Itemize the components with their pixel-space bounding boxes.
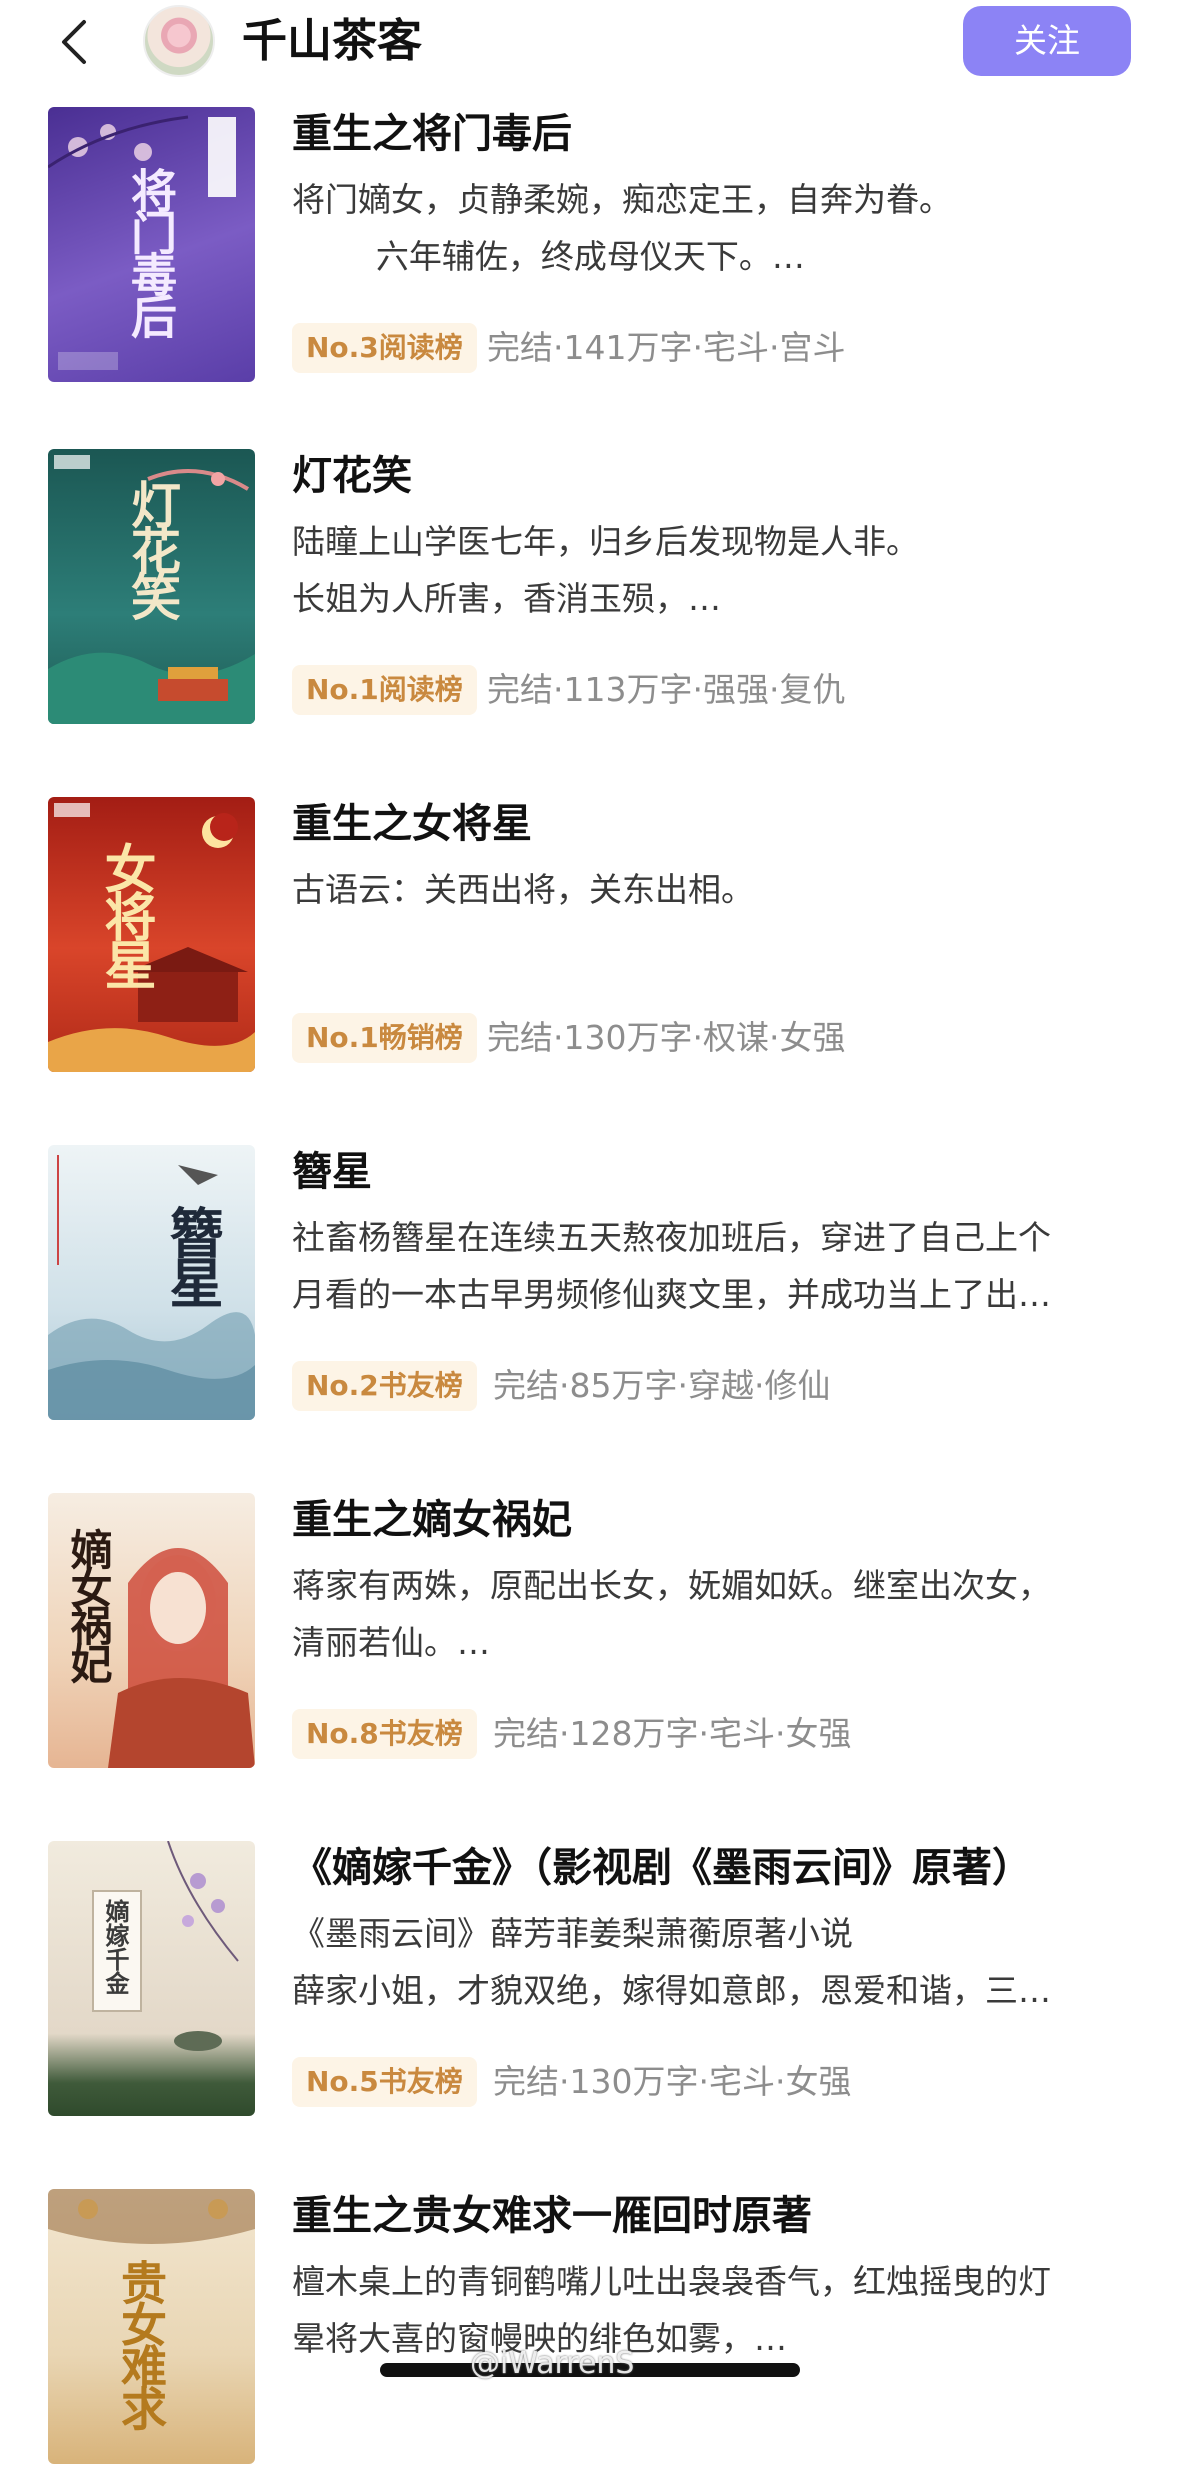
book-item[interactable]: 女将星 重生之女将星 古语云：关西出将，关东出相。 No.1畅销榜 完结·130… bbox=[0, 797, 1179, 1077]
description-line: 陆瞳上山学医七年，归乡后发现物是人非。 bbox=[292, 522, 919, 561]
description-line: 长姐为人所害，香消玉殒，… bbox=[292, 579, 721, 618]
page-title: 千山茶客 bbox=[242, 14, 423, 67]
book-meta: 完结·128万字·宅斗·女强 bbox=[493, 1714, 852, 1753]
book-item[interactable]: 嫡嫁千金 《嫡嫁千金》（影视剧《墨雨云间》原著） 《墨雨云间》薛芳菲姜梨萧蘅原著… bbox=[0, 1841, 1179, 2121]
book-description: 檀木桌上的青铜鹤嘴儿吐出袅袅香气，红烛摇曳的灯 晕将大喜的窗幔映的绯色如雾，… bbox=[292, 2253, 1132, 2367]
cover-title: 灯花笑 bbox=[123, 479, 182, 617]
back-button[interactable] bbox=[50, 14, 100, 70]
cover-title: 嫡嫁千金 bbox=[101, 1899, 130, 1995]
book-title[interactable]: 重生之贵女难求一雁回时原著 bbox=[292, 2189, 812, 2243]
book-description: 蒋家有两姝，原配出长女，妩媚如妖。继室出次女， 清丽若仙。… bbox=[292, 1557, 1132, 1671]
book-title[interactable]: 《嫡嫁千金》（影视剧《墨雨云间》原著） bbox=[292, 1841, 1032, 1895]
description-line bbox=[292, 918, 1132, 975]
book-meta: 完结·130万字·宅斗·女强 bbox=[493, 2062, 852, 2101]
cover-title: 簪星 bbox=[160, 1205, 224, 1305]
cover-title: 嫡女祸妃 bbox=[64, 1528, 113, 1680]
book-meta: 完结·141万字·宅斗·宫斗 bbox=[487, 328, 846, 367]
chevron-left-icon bbox=[62, 20, 86, 64]
book-cover[interactable]: 灯花笑 bbox=[48, 449, 255, 724]
description-line: 社畜杨簪星在连续五天熬夜加班后，穿进了自己上个 bbox=[292, 1218, 1051, 1257]
rank-badge: No.8书友榜 bbox=[292, 1709, 477, 1759]
book-description: 古语云：关西出将，关东出相。 bbox=[292, 861, 1132, 975]
description-line: 《墨雨云间》薛芳菲姜梨萧蘅原著小说 bbox=[292, 1914, 853, 1953]
book-title[interactable]: 重生之将门毒后 bbox=[292, 107, 572, 161]
book-cover[interactable]: 女将星 bbox=[48, 797, 255, 1072]
top-bar: 千山茶客 关注 bbox=[0, 0, 1179, 92]
rank-badge: No.1阅读榜 bbox=[292, 665, 477, 715]
description-line: 六年辅佐，终成母仪天下。… bbox=[292, 237, 805, 276]
description-line: 檀木桌上的青铜鹤嘴儿吐出袅袅香气，红烛摇曳的灯 bbox=[292, 2262, 1051, 2301]
description-line: 晕将大喜的窗幔映的绯色如雾，… bbox=[292, 2319, 787, 2358]
rank-badge: No.5书友榜 bbox=[292, 2057, 477, 2107]
book-description: 社畜杨簪星在连续五天熬夜加班后，穿进了自己上个 月看的一本古早男频修仙爽文里，并… bbox=[292, 1209, 1132, 1323]
rank-badge: No.2书友榜 bbox=[292, 1361, 477, 1411]
book-cover[interactable]: 簪星 bbox=[48, 1145, 255, 1420]
book-item[interactable]: 嫡女祸妃 重生之嫡女祸妃 蒋家有两姝，原配出长女，妩媚如妖。继室出次女， 清丽若… bbox=[0, 1493, 1179, 1773]
watermark: @iWarrenS bbox=[470, 2346, 635, 2381]
book-item[interactable]: 将门毒后 重生之将门毒后 将门嫡女，贞静柔婉，痴恋定王，自奔为眷。 六年辅佐，终… bbox=[0, 107, 1179, 387]
book-meta: 完结·130万字·权谋·女强 bbox=[487, 1018, 846, 1057]
description-line: 蒋家有两姝，原配出长女，妩媚如妖。继室出次女， bbox=[292, 1566, 1051, 1605]
book-item[interactable]: 贵女难求 重生之贵女难求一雁回时原著 檀木桌上的青铜鹤嘴儿吐出袅袅香气，红烛摇曳… bbox=[0, 2189, 1179, 2469]
book-title[interactable]: 灯花笑 bbox=[292, 449, 412, 503]
description-line: 将门嫡女，贞静柔婉，痴恋定王，自奔为眷。 bbox=[292, 180, 952, 219]
avatar[interactable] bbox=[143, 5, 215, 77]
book-title[interactable]: 重生之女将星 bbox=[292, 797, 532, 851]
book-meta: 完结·113万字·强强·复仇 bbox=[487, 670, 846, 709]
description-line: 清丽若仙。… bbox=[292, 1623, 490, 1662]
cover-title: 将门毒后 bbox=[124, 167, 178, 335]
book-meta: 完结·85万字·穿越·修仙 bbox=[493, 1366, 831, 1405]
book-title[interactable]: 重生之嫡女祸妃 bbox=[292, 1493, 572, 1547]
description-line: 薛家小姐，才貌双绝，嫁得如意郎，恩爱和谐，三… bbox=[292, 1971, 1051, 2010]
book-cover[interactable]: 将门毒后 bbox=[48, 107, 255, 382]
book-description: 《墨雨云间》薛芳菲姜梨萧蘅原著小说 薛家小姐，才貌双绝，嫁得如意郎，恩爱和谐，三… bbox=[292, 1905, 1132, 2019]
book-description: 陆瞳上山学医七年，归乡后发现物是人非。 长姐为人所害，香消玉殒，… bbox=[292, 513, 1132, 627]
cover-title: 女将星 bbox=[95, 842, 156, 986]
book-cover[interactable]: 嫡嫁千金 bbox=[48, 1841, 255, 2116]
book-cover[interactable]: 贵女难求 bbox=[48, 2189, 255, 2464]
book-cover[interactable]: 嫡女祸妃 bbox=[48, 1493, 255, 1768]
book-item[interactable]: 灯花笑 灯花笑 陆瞳上山学医七年，归乡后发现物是人非。 长姐为人所害，香消玉殒，… bbox=[0, 449, 1179, 729]
book-title[interactable]: 簪星 bbox=[292, 1145, 372, 1199]
book-item[interactable]: 簪星 簪星 社畜杨簪星在连续五天熬夜加班后，穿进了自己上个 月看的一本古早男频修… bbox=[0, 1145, 1179, 1425]
cover-title: 贵女难求 bbox=[114, 2259, 168, 2427]
description-line: 古语云：关西出将，关东出相。 bbox=[292, 870, 754, 909]
description-line: 月看的一本古早男频修仙爽文里，并成功当上了出… bbox=[292, 1275, 1051, 1314]
rank-badge: No.3阅读榜 bbox=[292, 323, 477, 373]
rank-badge: No.1畅销榜 bbox=[292, 1013, 477, 1063]
cover-art bbox=[92, 1841, 239, 2051]
book-description: 将门嫡女，贞静柔婉，痴恋定王，自奔为眷。 六年辅佐，终成母仪天下。… bbox=[292, 171, 1132, 285]
follow-button[interactable]: 关注 bbox=[963, 6, 1131, 76]
